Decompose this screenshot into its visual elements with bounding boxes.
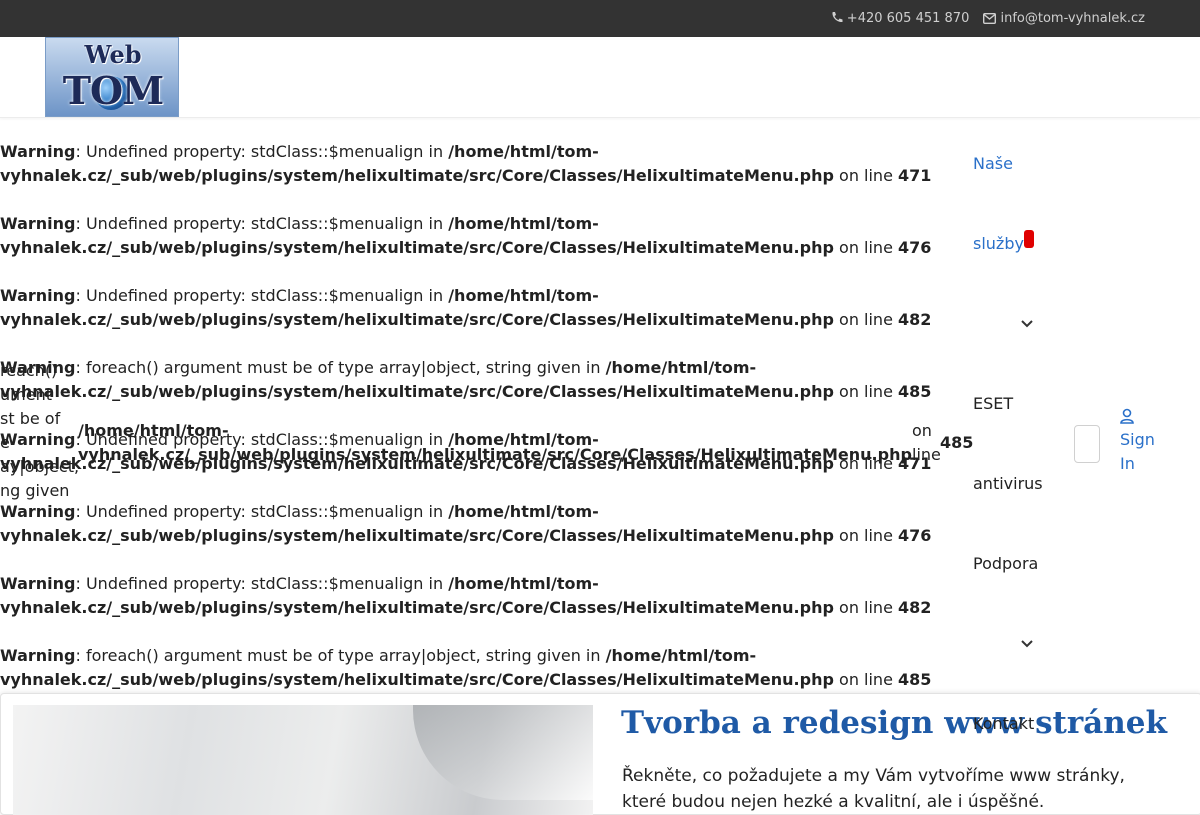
warning-message: : Undefined property: stdClass::$menuali… [75,574,449,593]
notification-badge [1024,230,1034,248]
warning-online: on line [833,598,898,617]
menu-item-eset-2[interactable]: antivirus [973,474,1043,493]
warning-online: on line [833,670,898,689]
menu-item-kontakt[interactable]: Kontakt [973,714,1034,733]
warning-line: 485 [898,382,932,401]
warning-label: Warning [0,142,76,161]
overlap-line-word: line [912,445,941,464]
warning-online: on line [833,238,898,257]
menu-item-nase-sluzby-2[interactable]: služby [973,234,1024,253]
overlap-fragment: reach() [0,361,58,380]
overlap-fragment: e [0,433,10,452]
overlap-fragment: ument [0,385,52,404]
site-logo[interactable]: Web TOM [45,37,179,117]
warning-line: 485 [898,670,932,689]
sign-in-label-1: Sign [1120,430,1155,449]
email-text: info@tom-vyhnalek.cz [1000,11,1145,26]
logo-text-web: Web [84,40,142,69]
menu-item-nase-sluzby-1[interactable]: Naše [973,154,1013,173]
warning-online: on line [833,310,898,329]
top-bar: +420 605 451 870 info@tom-vyhnalek.cz [0,0,1200,37]
logo-text-tom: TOM [62,68,164,113]
warning-line: 476 [898,526,932,545]
user-icon [1120,408,1134,424]
warning-message: : Undefined property: stdClass::$menuali… [75,214,449,233]
warning-message: : foreach() argument must be of type arr… [75,358,606,377]
overlap-fragment: st be of [0,409,61,428]
warning-online: on line [833,382,898,401]
warning-line: 476 [898,238,932,257]
sign-in-link[interactable]: Sign In [1120,408,1155,476]
email-link[interactable]: info@tom-vyhnalek.cz [983,11,1145,26]
phone-text: +420 605 451 870 [846,11,970,26]
warning-label: Warning [0,574,76,593]
warning-online: on line [833,166,898,185]
overlap-path-2: vyhnalek.cz/_sub/web/plugins/system/heli… [78,445,912,464]
warning-label: Warning [0,430,76,449]
php-warning: Warning: Undefined property: stdClass::$… [0,140,931,188]
site-header [0,37,1200,118]
warning-line: 471 [898,166,932,185]
warning-label: Warning [0,646,76,665]
warning-label: Warning [0,214,76,233]
warning-line: 482 [898,310,932,329]
warning-message: : Undefined property: stdClass::$menuali… [75,142,449,161]
php-warning: Warning: foreach() argument must be of t… [0,356,931,404]
warning-message: : foreach() argument must be of type arr… [75,646,606,665]
chevron-down-icon[interactable] [1020,639,1034,649]
contact-info: +420 605 451 870 info@tom-vyhnalek.cz [821,11,1145,26]
chevron-down-icon[interactable] [1020,319,1034,329]
menu-item-podpora[interactable]: Podpora [973,554,1038,573]
overlap-path-1: /home/html/tom- [78,421,229,440]
warning-label: Warning [0,286,76,305]
warning-online: on line [833,526,898,545]
warning-message: : Undefined property: stdClass::$menuali… [75,502,449,521]
search-toggle[interactable] [1074,425,1100,463]
overlap-on: on [912,421,932,440]
hero-image-shape [413,705,593,800]
overlap-fragment: ay|object, [0,457,80,476]
hero-image [13,705,593,815]
php-warning: Warning: Undefined property: stdClass::$… [0,212,931,260]
warning-label: Warning [0,502,76,521]
hero-title: Tvorba a redesign www stránek [621,705,1167,741]
menu-item-eset-1[interactable]: ESET [973,394,1013,413]
php-warning: Warning: foreach() argument must be of t… [0,644,931,692]
php-warning: Warning: Undefined property: stdClass::$… [0,572,931,620]
warning-line: 482 [898,598,932,617]
php-warning: Warning: Undefined property: stdClass::$… [0,500,931,548]
php-warning: Warning: Undefined property: stdClass::$… [0,284,931,332]
sign-in-label-2: In [1120,454,1135,473]
warning-message: : Undefined property: stdClass::$menuali… [75,286,449,305]
overlap-line-num: 485 [940,433,974,452]
overlap-fragment: ng given [0,481,70,500]
envelope-icon [983,13,997,24]
hero-text: Řekněte, co požadujete a my Vám vytvořím… [622,766,1125,812]
phone-link[interactable]: +420 605 451 870 [831,11,974,26]
phone-icon [832,12,843,23]
